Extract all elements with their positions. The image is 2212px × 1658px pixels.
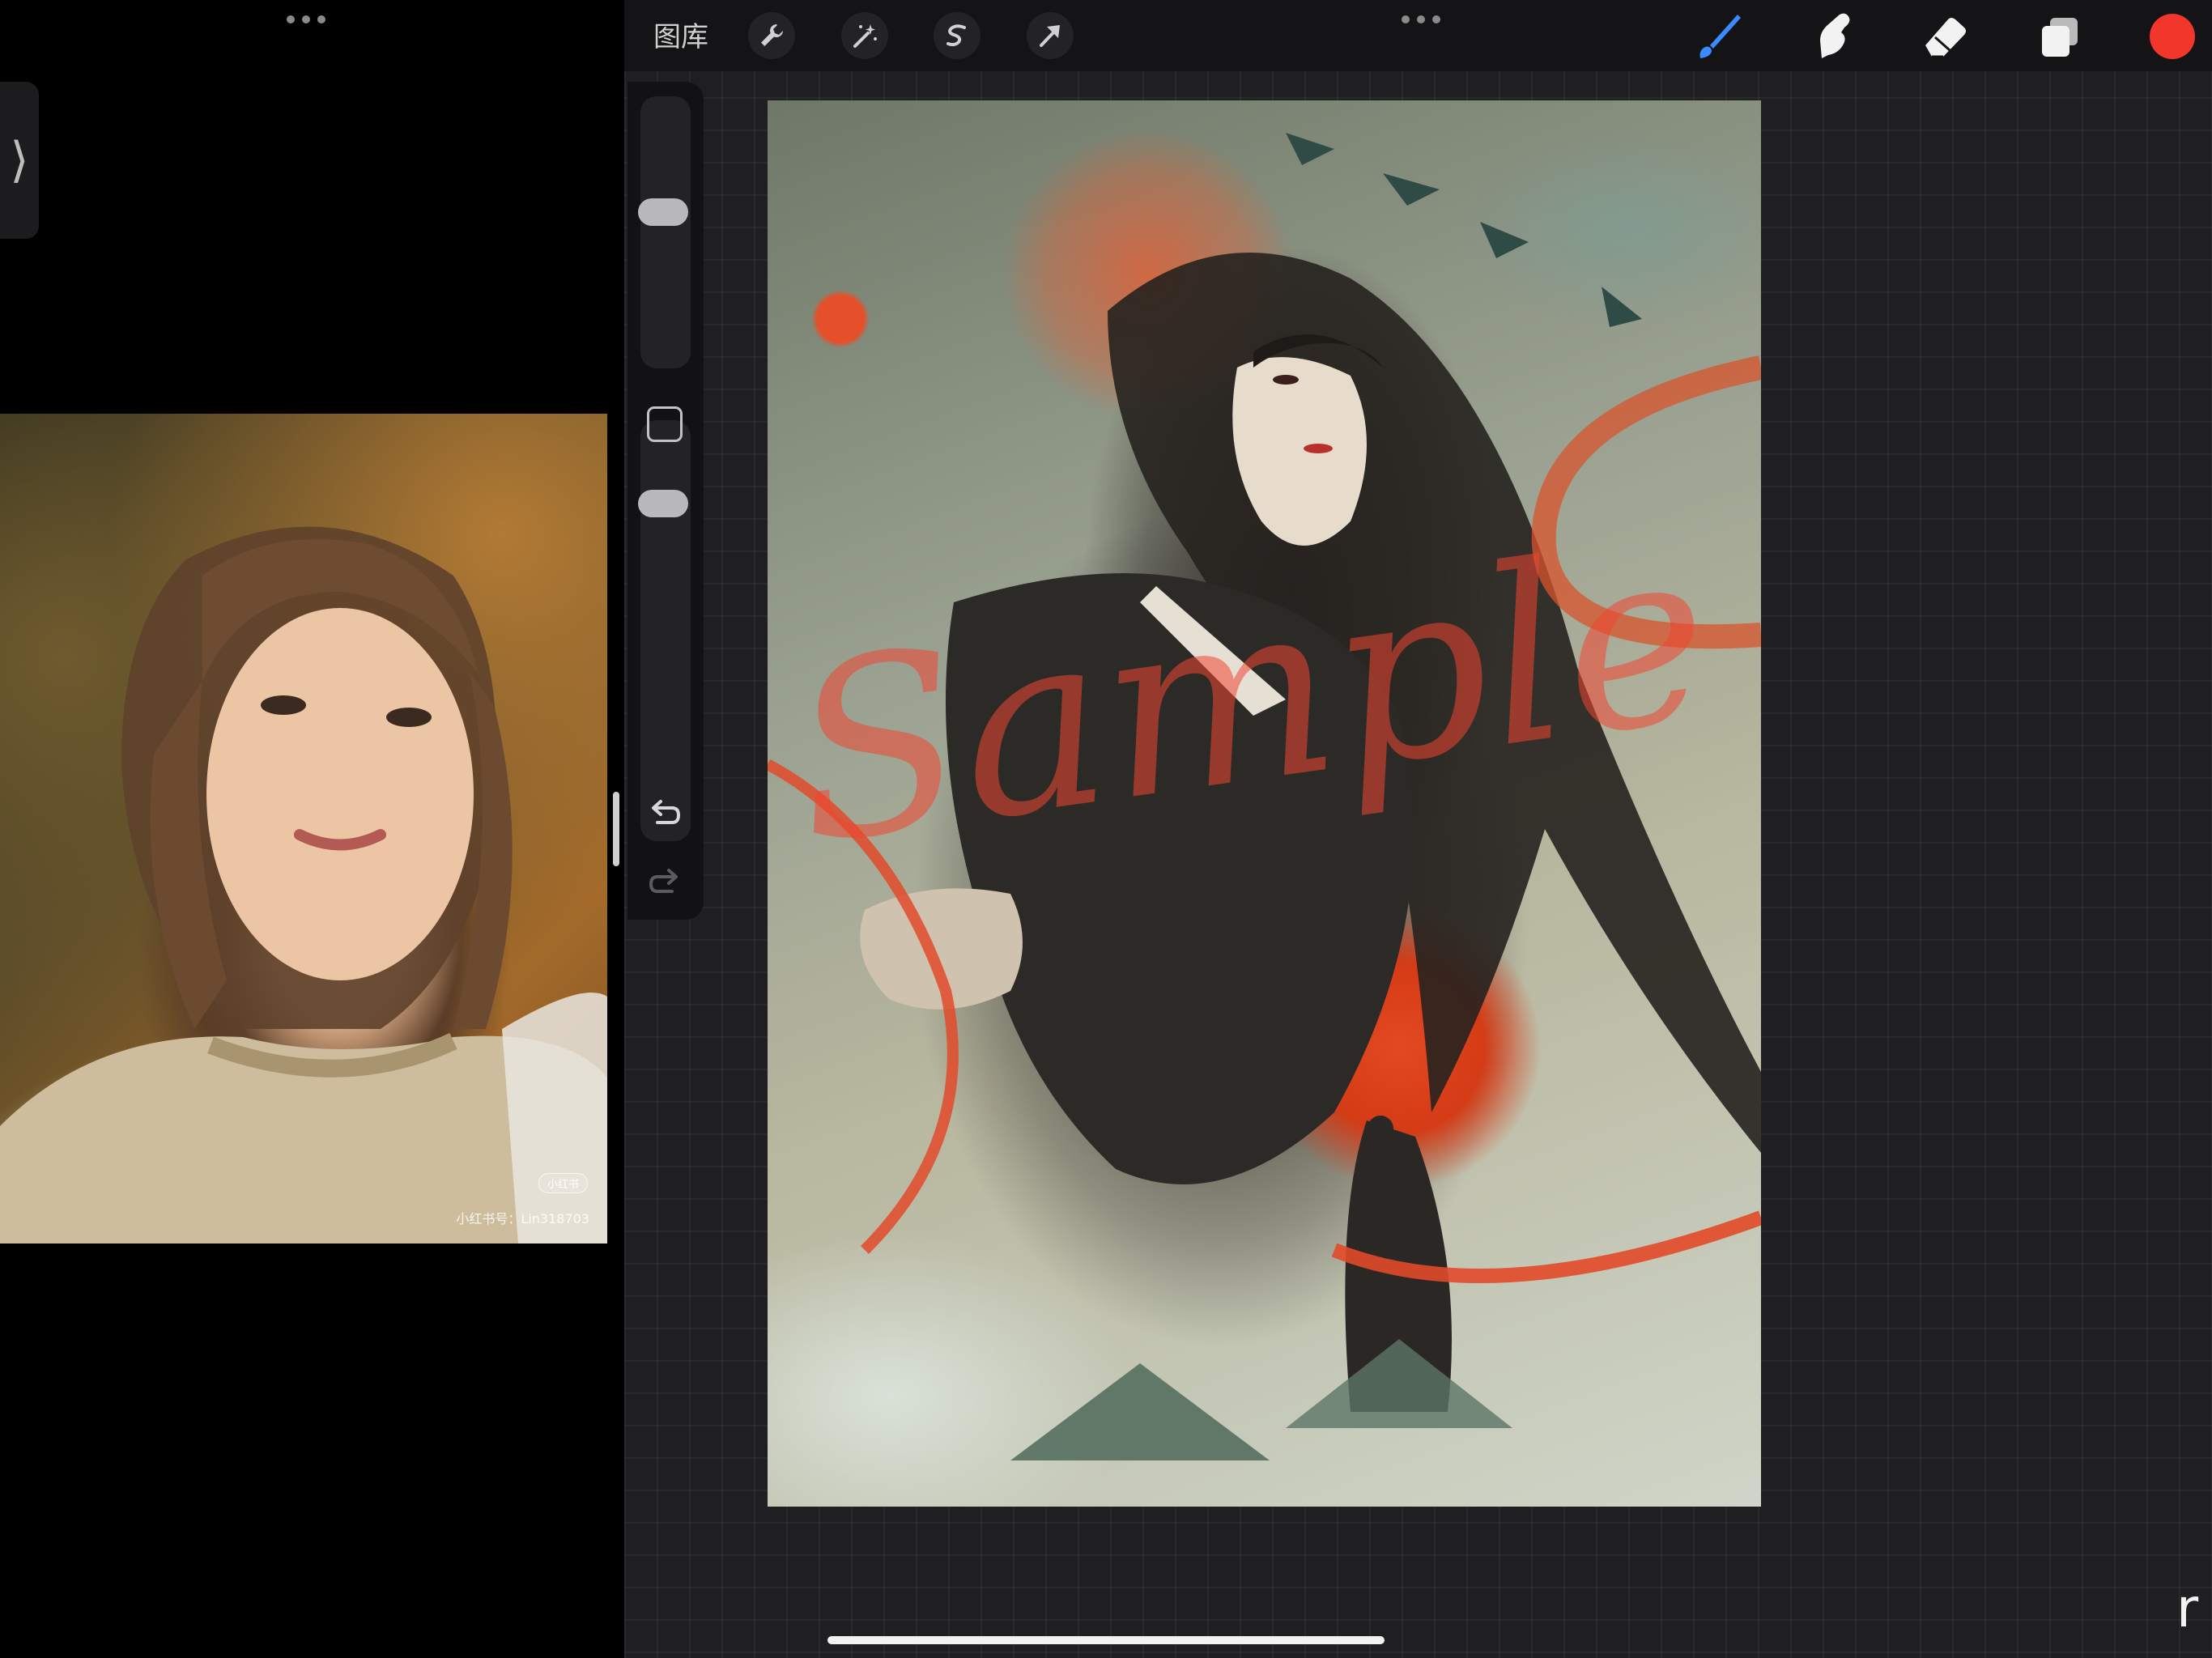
redo-icon [649,869,678,893]
artwork-canvas[interactable]: Sample [768,100,1761,1507]
layers-button[interactable] [2031,8,2087,65]
right-pane-multitasking-dots[interactable] [1402,15,1440,23]
home-indicator[interactable] [827,1636,1385,1644]
brush-tool-button[interactable] [1691,8,1747,65]
modify-button[interactable] [647,406,683,442]
expand-sidebar-button[interactable]: ⟩ [0,82,39,239]
corner-glyph: r [2176,1577,2199,1639]
eraser-tool-button[interactable] [1917,8,1974,65]
selection-icon [946,24,966,47]
layers-icon [2042,18,2078,57]
photo-caption: 小红书号：Lin318703 [456,1211,589,1226]
photo-source-badge: 小红书 [538,1173,588,1193]
portrait-illustration [0,526,607,1244]
brush-size-slider-thumb[interactable] [638,198,688,226]
brush-opacity-slider-thumb[interactable] [638,490,688,517]
gallery-button[interactable]: 图库 [653,15,708,54]
active-color-swatch [2150,14,2195,59]
smudge-finger-icon [1820,13,1850,59]
transform-button[interactable] [1027,12,1074,59]
paintbrush-icon [1699,15,1741,58]
chevron-right-icon: ⟩ [10,132,29,189]
undo-button[interactable] [644,792,685,832]
color-picker-button[interactable] [2150,14,2195,59]
brush-size-slider[interactable] [640,96,691,368]
left-pane-multitasking-dots[interactable] [287,15,325,23]
split-view-divider-handle[interactable] [613,792,619,866]
actions-button[interactable] [748,12,795,59]
wrench-icon [761,24,783,46]
magic-wand-icon [853,24,877,48]
selection-button[interactable] [934,12,981,59]
adjustments-button[interactable] [841,12,888,59]
smudge-tool-button[interactable] [1804,8,1861,65]
redo-button[interactable] [644,861,685,901]
transform-arrow-icon [1040,25,1060,47]
brush-opacity-slider[interactable] [640,420,691,841]
reference-photo: 小红书 小红书号：Lin318703 [0,414,607,1244]
undo-icon [652,800,681,824]
eraser-icon [1925,18,1966,58]
